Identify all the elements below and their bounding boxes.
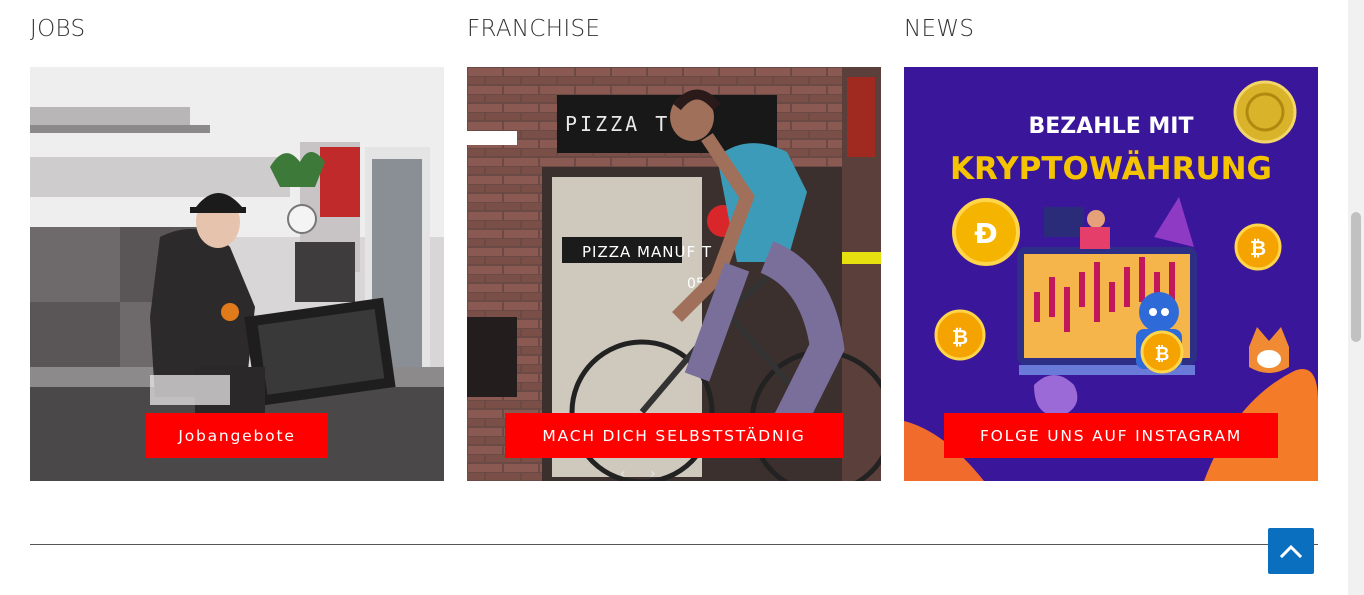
jobs-card[interactable]: Jobangebote [30,67,444,481]
scrollbar-thumb[interactable] [1351,212,1361,342]
instagram-button[interactable]: FOLGE UNS AUF INSTAGRAM [944,413,1278,458]
svg-text:₿: ₿ [1155,344,1170,365]
svg-text:Ð: Ð [974,217,997,250]
svg-text:₿: ₿ [952,325,968,349]
chevron-up-icon [1279,544,1303,559]
inner-sign-text: PIZZA MANUF T [582,243,712,261]
franchise-card[interactable]: PIZZA T PIZZA MANUF T 0511 MACH DICH SEL… [467,67,881,481]
carousel-prev-arrow[interactable]: ‹ [620,466,626,481]
franchise-title: FRANCHISE [467,16,601,42]
crypto-headline-2: KRYPTOWÄHRUNG [950,151,1272,187]
news-card[interactable]: BEZAHLE MIT KRYPTOWÄHRUNG Ð ₿ ₿ ₿ FOLGE … [904,67,1318,481]
scroll-to-top-button[interactable] [1268,528,1314,574]
franchise-button[interactable]: MACH DICH SELBSTSTÄDNIG [505,413,843,458]
pizza-sign-text: PIZZA T [565,112,670,136]
news-title: NEWS [904,16,975,42]
jobangebote-button[interactable]: Jobangebote [146,413,328,458]
svg-text:₿: ₿ [1250,236,1266,260]
carousel-next-arrow[interactable]: › [650,466,656,481]
jobs-title: JOBS [30,16,86,42]
crypto-headline-1: BEZAHLE MIT [1029,114,1194,139]
section-divider [30,544,1318,545]
page-scrollbar[interactable] [1348,0,1364,595]
